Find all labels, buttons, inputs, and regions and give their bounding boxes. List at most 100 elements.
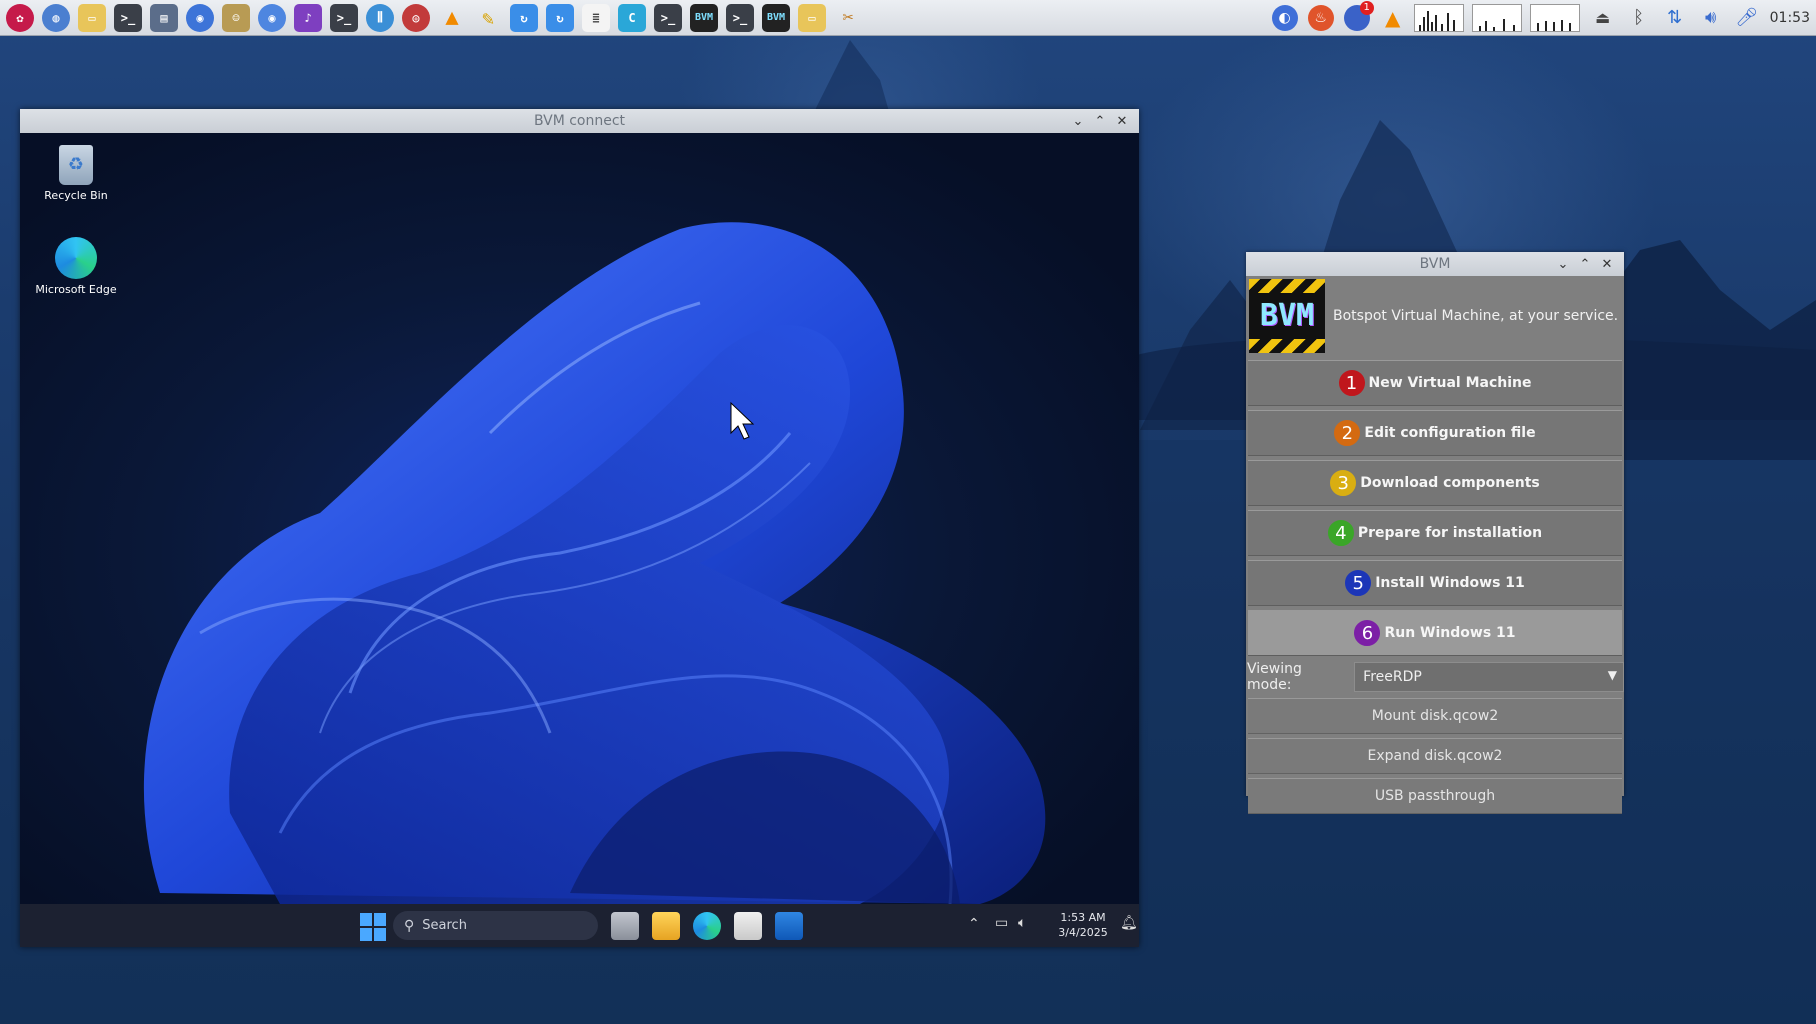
vm-desktop[interactable]: ♻ Recycle Bin Microsoft Edge: [20, 133, 1139, 904]
viewing-mode-row: Viewing mode: FreeRDP ▼: [1246, 660, 1624, 694]
search-icon: ⚲: [404, 917, 415, 934]
folder-icon[interactable]: ▭: [78, 3, 106, 32]
step-button-5[interactable]: 5 Install Windows 11: [1248, 560, 1622, 606]
step-number-icon: 3: [1330, 470, 1357, 496]
microphone-icon[interactable]: 🎤︎: [1734, 5, 1760, 31]
network-icon[interactable]: ⇅: [1662, 5, 1688, 31]
step-button-6[interactable]: 6 Run Windows 11: [1248, 610, 1622, 656]
task-manager-icon[interactable]: ▤: [150, 3, 178, 32]
cd-icon[interactable]: ◎: [402, 3, 430, 32]
panel-clock[interactable]: 01:53: [1770, 10, 1810, 26]
minimize-icon[interactable]: ⌄: [1552, 257, 1574, 272]
step-button-3[interactable]: 3 Download components: [1248, 460, 1622, 506]
globe-icon[interactable]: ◍: [42, 3, 70, 32]
pi-apps-icon[interactable]: ♪: [294, 3, 322, 32]
window-title: BVM: [1419, 256, 1451, 272]
mount-disk-button[interactable]: Mount disk.qcow2: [1248, 698, 1622, 734]
notification-bell-icon[interactable]: 🔔︎: [1120, 915, 1138, 931]
raspberry-menu-icon[interactable]: ✿: [6, 3, 34, 32]
taskbar-search[interactable]: ⚲ Search: [393, 911, 598, 940]
vlc-tray-icon[interactable]: ▲: [1380, 5, 1406, 31]
updates-count: 1: [1359, 0, 1374, 15]
step-number-icon: 4: [1327, 520, 1354, 546]
updates-badge-icon[interactable]: 1: [1343, 0, 1374, 31]
network-graph: [1529, 3, 1580, 32]
vnc-icon[interactable]: ◐: [1271, 4, 1298, 31]
chromium-icon[interactable]: ◉: [258, 3, 286, 32]
chromium-icon[interactable]: ◉: [186, 3, 214, 32]
taskbar-time: 1:53 AM: [1060, 911, 1106, 924]
viewing-mode-select[interactable]: FreeRDP ▼: [1354, 662, 1624, 692]
close-icon[interactable]: ✕: [1111, 114, 1133, 129]
chevron-up-icon[interactable]: ⌃: [968, 916, 980, 932]
minimize-icon[interactable]: ⌄: [1067, 114, 1089, 129]
bvm-window: BVM ⌄ ⌃ ✕ BVM Botspot Virtual Machine, a…: [1246, 252, 1624, 814]
bvm-icon[interactable]: BVM: [690, 3, 718, 32]
bvm-steps: 1 New Virtual Machine 2 Edit configuration …: [1246, 360, 1624, 656]
step-button-4[interactable]: 4 Prepare for installation: [1248, 510, 1622, 556]
step-number-icon: 5: [1345, 570, 1372, 596]
viewing-mode-label: Viewing mode:: [1247, 661, 1302, 693]
step-number-icon: 1: [1338, 370, 1365, 396]
refresh-icon[interactable]: ↻: [546, 3, 574, 32]
display-icon[interactable]: ▭: [995, 915, 1008, 931]
bvm-connect-titlebar[interactable]: BVM connect ⌄ ⌃ ✕: [20, 109, 1139, 133]
bvm-header: BVM Botspot Virtual Machine, at your ser…: [1246, 276, 1624, 356]
task-view-icon[interactable]: [611, 912, 639, 940]
windows-taskbar: ⚲ Search ⌃ ▭ 🔈︎ 1:53 AM 3/4/2025 🔔︎: [20, 904, 1139, 947]
edge-taskbar-icon[interactable]: [693, 912, 721, 940]
chevron-down-icon: ▼: [1607, 668, 1617, 682]
step-button-1[interactable]: 1 New Virtual Machine: [1248, 360, 1622, 406]
taskbar-date: 3/4/2025: [1058, 926, 1108, 939]
fire-icon[interactable]: ♨: [1307, 4, 1334, 31]
document-icon[interactable]: ≣: [582, 3, 610, 32]
top-panel: ✿ ◍ ▭ >_ ▤ ◉ ☺ ◉ ♪ >_ ⫼ ◎ ▲ ✎ ↻ ↻ ≣ C >_…: [0, 0, 1816, 36]
close-icon[interactable]: ✕: [1596, 257, 1618, 272]
window-title: BVM connect: [533, 113, 626, 129]
bvm-tagline: Botspot Virtual Machine, at your service…: [1333, 308, 1619, 324]
volume-icon[interactable]: 🔊︎: [1698, 5, 1724, 31]
bvm-logo-text: BVM: [1259, 298, 1315, 333]
windows-start-icon[interactable]: [359, 912, 389, 942]
store-icon[interactable]: [734, 912, 762, 940]
maximize-icon[interactable]: ⌃: [1574, 257, 1596, 272]
file-explorer-icon[interactable]: [652, 912, 680, 940]
system-tray: ◐ ♨ 1 ▲ ⏏ ᛒ ⇅ 🔊︎ 🎤︎ 01:53: [1262, 0, 1810, 35]
step-label: Edit configuration file: [1364, 425, 1536, 441]
maximize-icon[interactable]: ⌃: [1089, 114, 1111, 129]
eject-icon[interactable]: ⏏: [1590, 5, 1616, 31]
folder-icon[interactable]: ▭: [798, 3, 826, 32]
vlc-icon[interactable]: ▲: [438, 4, 466, 32]
bvm-icon[interactable]: BVM: [762, 3, 790, 32]
outlook-icon[interactable]: [775, 912, 803, 940]
step-label: Install Windows 11: [1375, 575, 1525, 591]
taskbar-clock[interactable]: 1:53 AM 3/4/2025: [1050, 910, 1116, 940]
terminal-icon[interactable]: >_: [114, 3, 142, 32]
step-label: Prepare for installation: [1357, 525, 1543, 541]
audio-mixer-icon[interactable]: ⫼: [366, 3, 394, 32]
refresh-icon[interactable]: ↻: [510, 3, 538, 32]
gimp-icon[interactable]: ☺: [222, 3, 250, 32]
tools-icon[interactable]: ✂: [834, 4, 862, 32]
edge-icon: [55, 237, 97, 279]
c-icon[interactable]: C: [618, 3, 646, 32]
launcher-bar: ✿ ◍ ▭ >_ ▤ ◉ ☺ ◉ ♪ >_ ⫼ ◎ ▲ ✎ ↻ ↻ ≣ C >_…: [0, 3, 870, 32]
speaker-icon[interactable]: 🔈︎: [1018, 915, 1026, 931]
step-label: Run Windows 11: [1384, 625, 1516, 641]
usb-passthrough-button[interactable]: USB passthrough: [1248, 778, 1622, 814]
recycle-bin-icon: ♻: [59, 145, 93, 185]
step-label: Download components: [1360, 475, 1540, 491]
terminal-icon[interactable]: >_: [654, 3, 682, 32]
bluetooth-icon[interactable]: ᛒ: [1626, 5, 1652, 31]
windows-bloom-wallpaper: [143, 222, 1046, 904]
terminal-icon[interactable]: >_: [726, 3, 754, 32]
pencil-icon[interactable]: ✎: [474, 4, 502, 32]
viewing-mode-value: FreeRDP: [1363, 669, 1422, 685]
terminal-icon[interactable]: >_: [330, 3, 358, 32]
bvm-connect-window: BVM connect ⌄ ⌃ ✕ ♻ Recycle Bin Microsof…: [20, 109, 1139, 947]
recycle-bin-shortcut[interactable]: ♻ Recycle Bin: [34, 145, 118, 203]
bvm-titlebar[interactable]: BVM ⌄ ⌃ ✕: [1246, 252, 1624, 276]
step-button-2[interactable]: 2 Edit configuration file: [1248, 410, 1622, 456]
expand-disk-button[interactable]: Expand disk.qcow2: [1248, 738, 1622, 774]
microsoft-edge-shortcut[interactable]: Microsoft Edge: [34, 237, 118, 297]
